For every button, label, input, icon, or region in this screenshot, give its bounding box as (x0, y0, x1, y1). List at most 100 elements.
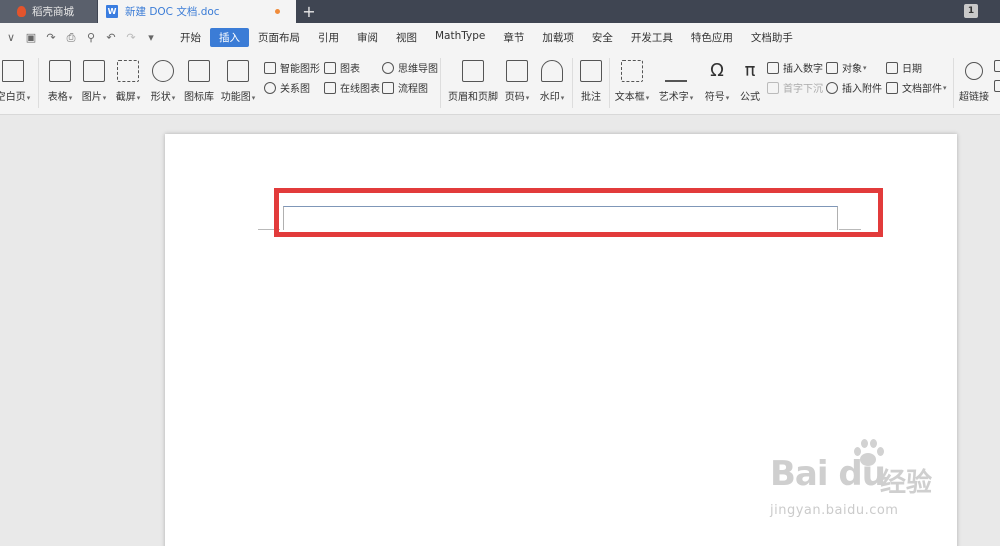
icon-library-label: 图标库 (184, 92, 214, 103)
menu-item-6[interactable]: MathType (426, 28, 494, 47)
art-text-button[interactable]: 艺术字▾ (658, 52, 694, 103)
watermark-cn-text: 经验 (880, 468, 933, 498)
picture-icon (83, 60, 105, 82)
shape-icon (152, 60, 174, 82)
symbol-button[interactable]: Ω 符号▾ (703, 52, 731, 103)
insert-number-button[interactable]: 插入数字 (767, 60, 823, 75)
table-label: 表格 (47, 92, 68, 103)
menu-item-11[interactable]: 特色应用 (682, 28, 742, 47)
blank-page-icon (2, 60, 24, 82)
smart-shape-button[interactable]: 智能图形 (264, 60, 320, 75)
red-highlight-frame (274, 188, 883, 237)
text-box-button[interactable]: 文本框▾ (614, 52, 650, 103)
save-icon[interactable]: ▣ (23, 30, 39, 46)
insert-number-icon (767, 61, 779, 74)
export-icon[interactable]: ↷ (43, 30, 59, 46)
function-chart-icon (227, 60, 249, 82)
text-box-label: 文本框 (614, 92, 645, 103)
tab-docer-store-label: 稻壳商城 (32, 6, 74, 18)
comment-button[interactable]: 批注 (578, 52, 604, 103)
menu-item-10[interactable]: 开发工具 (622, 28, 682, 47)
blank-page-label: 空白页 (0, 92, 26, 103)
menu-item-0[interactable]: 开始 (171, 28, 210, 47)
watermark-button[interactable]: 水印▾ (537, 52, 567, 103)
menu-item-1[interactable]: 插入 (210, 28, 249, 47)
smart-shape-icon (264, 61, 276, 74)
online-chart-label: 在线图表 (340, 84, 380, 95)
docer-flame-icon (17, 6, 26, 17)
screenshot-icon (117, 60, 139, 82)
menu-item-8[interactable]: 加载项 (533, 28, 583, 47)
menu-item-7[interactable]: 章节 (494, 28, 533, 47)
ribbon-separator (572, 58, 573, 108)
hyperlink-button[interactable]: 超链接 (957, 52, 991, 103)
header-footer-label: 页眉和页脚 (448, 92, 498, 103)
icon-library-icon (188, 60, 210, 82)
customize-dropdown-icon[interactable]: ▾ (143, 30, 159, 46)
drop-cap-button[interactable]: 首字下沉 (767, 80, 823, 95)
watermark-url: jingyan.baidu.com (770, 503, 899, 518)
baidu-jingyan-watermark: Bai du 经验 jingyan.baidu.com (770, 437, 970, 537)
menu-item-12[interactable]: 文档助手 (742, 28, 802, 47)
watermark-label: 水印 (539, 92, 560, 103)
object-button[interactable]: 对象 ▾ (826, 60, 867, 75)
relation-chart-label: 关系图 (280, 84, 310, 95)
picture-button[interactable]: 图片▾ (79, 52, 109, 103)
attachment-button[interactable]: 插入附件 (826, 80, 882, 95)
shape-button[interactable]: 形状▾ (148, 52, 178, 103)
menu-item-5[interactable]: 视图 (387, 28, 426, 47)
print-preview-icon[interactable]: ⚲ (83, 30, 99, 46)
formula-button[interactable]: π 公式 (737, 52, 763, 103)
document-part-icon (886, 81, 898, 94)
online-chart-button[interactable]: 在线图表 (324, 80, 380, 95)
icon-library-button[interactable]: 图标库 (183, 52, 215, 103)
table-button[interactable]: 表格▾ (44, 52, 76, 103)
flowchart-button[interactable]: 流程图 (382, 80, 428, 95)
drop-cap-label: 首字下沉 (783, 84, 823, 95)
menu-item-9[interactable]: 安全 (583, 28, 622, 47)
menu-item-4[interactable]: 审阅 (348, 28, 387, 47)
art-text-label: 艺术字 (658, 92, 689, 103)
relation-chart-button[interactable]: 关系图 (264, 80, 310, 95)
mind-map-button[interactable]: 思维导图 (382, 60, 438, 75)
table-icon (49, 60, 71, 82)
overflow-button[interactable] (994, 60, 1000, 72)
chart-button[interactable]: 图表 (324, 60, 360, 75)
chart-icon (324, 61, 336, 74)
online-chart-icon (324, 81, 336, 94)
relation-chart-icon (264, 81, 276, 94)
tab-current-document[interactable]: W 新建 DOC 文档.doc (98, 0, 296, 23)
window-count-badge[interactable]: 1 (964, 4, 978, 18)
overflow-icon-2 (994, 80, 1000, 92)
redo-icon[interactable]: ↷ (123, 30, 139, 46)
menu-chevron-icon[interactable]: ∨ (3, 30, 19, 46)
pi-formula-icon: π (744, 60, 756, 81)
chart-label: 图表 (340, 64, 360, 75)
undo-icon[interactable]: ↶ (103, 30, 119, 46)
overflow-button-2[interactable] (994, 80, 1000, 92)
mind-map-icon (382, 61, 394, 74)
tab-docer-store[interactable]: 稻壳商城 (0, 0, 97, 23)
watermark-icon (541, 60, 563, 82)
screenshot-button[interactable]: 截屏▾ (113, 52, 143, 103)
menu-item-3[interactable]: 引用 (309, 28, 348, 47)
art-text-icon (665, 60, 687, 82)
ribbon-separator (953, 58, 954, 108)
menu-bar: ∨ ▣ ↷ ⎙ ⚲ ↶ ↷ ▾ 开始 插入 页面布局 引用 审阅 视图 MathType 章节… (0, 23, 1000, 52)
hyperlink-label: 超链接 (959, 92, 989, 103)
page-number-label: 页码 (504, 92, 525, 103)
date-button[interactable]: 日期 (886, 60, 922, 75)
function-chart-button[interactable]: 功能图▾ (220, 52, 256, 103)
document-part-button[interactable]: 文档部件 ▾ (886, 80, 947, 95)
object-icon (826, 61, 838, 74)
menu-item-2[interactable]: 页面布局 (249, 28, 309, 47)
blank-page-button[interactable]: 空白页▾ (0, 52, 30, 103)
tab-current-document-label: 新建 DOC 文档.doc (125, 6, 220, 18)
print-icon[interactable]: ⎙ (63, 30, 79, 46)
comment-icon (580, 60, 602, 82)
page-number-button[interactable]: 页码▾ (503, 52, 531, 103)
new-tab-button[interactable]: + (301, 0, 317, 23)
overflow-icon (994, 60, 1000, 72)
header-footer-button[interactable]: 页眉和页脚 (447, 52, 499, 103)
insert-ribbon: 空白页▾ 表格▾ 图片▾ 截屏▾ 形状▾ 图标库 功能图▾ 智能图形 图表 思维… (0, 52, 1000, 115)
